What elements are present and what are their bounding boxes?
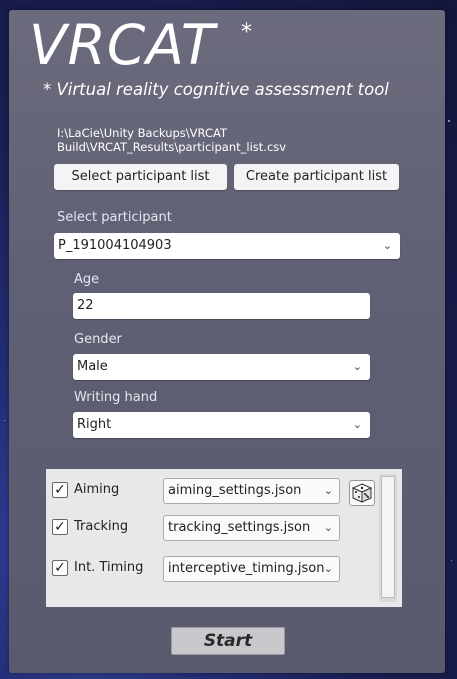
tracking-settings-dropdown[interactable]: tracking_settings.json ⌄ xyxy=(163,515,340,541)
task-name: Int. Timing xyxy=(74,560,144,575)
task-list-scrollbar[interactable] xyxy=(379,474,397,602)
start-button[interactable]: Start xyxy=(171,627,285,655)
gender-dropdown[interactable]: Male ⌄ xyxy=(73,354,370,380)
task-name: Tracking xyxy=(74,519,129,534)
participant-value: P_191004104903 xyxy=(58,238,172,253)
chevron-down-icon: ⌄ xyxy=(382,239,392,252)
scrollbar-thumb[interactable] xyxy=(381,476,395,598)
chevron-down-icon: ⌄ xyxy=(352,360,362,373)
tracking-checkbox[interactable]: ✓ xyxy=(52,519,68,535)
participant-dropdown[interactable]: P_191004104903 ⌄ xyxy=(54,233,400,259)
int-timing-settings-dropdown[interactable]: interceptive_timing.json ⌄ xyxy=(163,556,340,582)
age-label: Age xyxy=(74,272,100,287)
checkmark-icon: ✓ xyxy=(54,482,66,498)
app-subtitle: * Virtual reality cognitive assessment t… xyxy=(43,80,389,99)
task-name: Aiming xyxy=(74,482,120,497)
gender-value: Male xyxy=(77,359,108,374)
chevron-down-icon: ⌄ xyxy=(323,484,333,497)
select-participant-label: Select participant xyxy=(57,210,172,225)
aiming-checkbox[interactable]: ✓ xyxy=(52,482,68,498)
gender-label: Gender xyxy=(74,332,122,347)
settings-file-value: aiming_settings.json xyxy=(168,483,302,498)
aiming-settings-dropdown[interactable]: aiming_settings.json ⌄ xyxy=(163,478,340,504)
chevron-down-icon: ⌄ xyxy=(323,521,333,534)
task-list: ✓ Aiming aiming_settings.json ⌄ ✓ Tracki… xyxy=(46,469,402,607)
writing-hand-value: Right xyxy=(77,417,112,432)
participant-file-path: I:\LaCie\Unity Backups\VRCAT Build\VRCAT… xyxy=(57,126,287,154)
chevron-down-icon: ⌄ xyxy=(352,418,362,431)
writing-hand-label: Writing hand xyxy=(74,390,158,405)
age-input[interactable]: 22 xyxy=(73,293,370,319)
main-panel: VRCAT * * Virtual reality cognitive asse… xyxy=(9,10,445,673)
logo-asterisk: * xyxy=(241,20,252,45)
settings-file-value: tracking_settings.json xyxy=(168,520,311,535)
int-timing-checkbox[interactable]: ✓ xyxy=(52,560,68,576)
select-participant-list-button[interactable]: Select participant list xyxy=(54,164,227,190)
dice-icon xyxy=(351,483,373,503)
checkmark-icon: ✓ xyxy=(54,519,66,535)
checkmark-icon: ✓ xyxy=(54,560,66,576)
settings-file-value: interceptive_timing.json xyxy=(168,561,325,576)
writing-hand-dropdown[interactable]: Right ⌄ xyxy=(73,412,370,438)
create-participant-list-button[interactable]: Create participant list xyxy=(234,164,399,190)
app-logo: VRCAT xyxy=(29,13,216,77)
chevron-down-icon: ⌄ xyxy=(323,562,333,575)
randomize-dice-button[interactable] xyxy=(349,480,375,506)
